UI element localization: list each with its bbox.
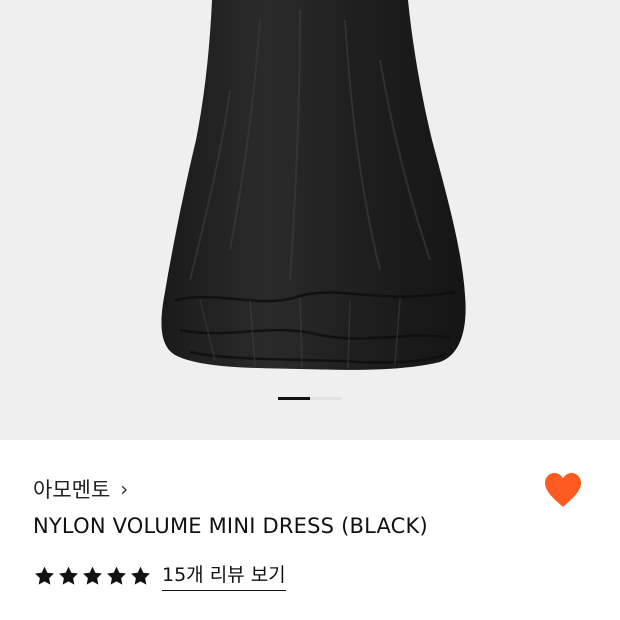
pager-dot[interactable] xyxy=(310,397,342,400)
brand-name: 아모멘토 xyxy=(33,478,111,502)
gallery-pager xyxy=(278,397,342,400)
product-info: 아모멘토 › NYLON VOLUME MINI DRESS (BLACK) 1… xyxy=(0,440,620,620)
product-image xyxy=(161,0,466,370)
product-name: NYLON VOLUME MINI DRESS (BLACK) xyxy=(33,514,428,538)
pager-dot-active[interactable] xyxy=(278,397,310,400)
reviews-link[interactable]: 15개 리뷰 보기 xyxy=(162,560,286,591)
product-image-gallery[interactable] xyxy=(0,0,620,440)
star-icon xyxy=(59,566,78,585)
chevron-right-icon: › xyxy=(120,477,129,501)
star-icon xyxy=(35,566,54,585)
star-icon xyxy=(83,566,102,585)
brand-link[interactable]: 아모멘토 › xyxy=(33,474,128,504)
rating-stars xyxy=(33,565,152,587)
star-icon xyxy=(131,566,150,585)
star-icon xyxy=(107,566,126,585)
rating-row: 15개 리뷰 보기 xyxy=(33,560,286,591)
heart-icon[interactable] xyxy=(542,470,584,510)
